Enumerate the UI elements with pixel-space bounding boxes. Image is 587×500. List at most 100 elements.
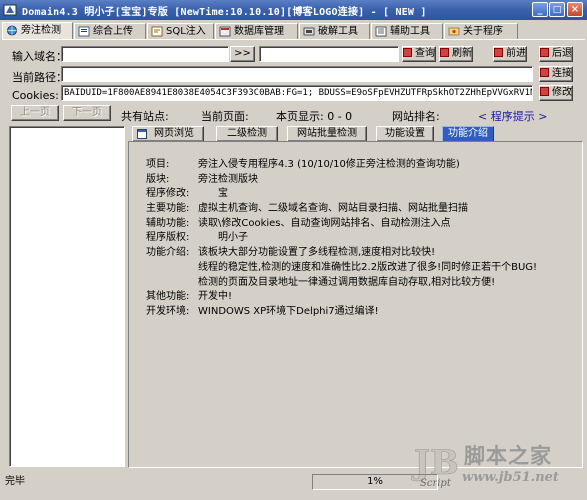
intro-value: 读取\修改Cookies、自动查询网站排名、自动检测注入点 [198, 217, 451, 229]
subtab-secondary-check[interactable]: 二级检测 [216, 126, 278, 142]
cookies-input[interactable]: BAIDUID=1F800AE8941E8038E4054C3F393C0BAB… [61, 85, 533, 101]
intro-value: WINDOWS XP环境下Delphi7通过编译! [198, 305, 379, 317]
intro-row: 主要功能: 虚拟主机查询、二级域名查询、网站目录扫描、网站批量扫描 [146, 202, 576, 217]
forward-label: 前进 [506, 48, 526, 59]
current-page-label: 当前页面: [201, 110, 249, 123]
site-list-panel[interactable] [9, 126, 125, 467]
back-label: 后退 [552, 48, 572, 59]
intro-key: 辅助功能: [146, 217, 190, 229]
path-label: 当前路径： [12, 71, 67, 84]
intro-key: 主要功能: [146, 203, 190, 215]
total-sites-label: 共有站点: [121, 110, 169, 123]
intro-key: 项目: [146, 159, 170, 170]
intro-key: 程序修改: [146, 188, 190, 200]
tab-sql-injection[interactable]: SQL注入 [147, 23, 214, 39]
intro-value: 开发中! [198, 291, 233, 303]
intro-row: 线程的稳定性,检测的速度和准确性比2.2版改进了很多!同时修正若干个BUG! [146, 261, 576, 276]
database-icon [219, 26, 231, 37]
close-button[interactable]: × [567, 2, 583, 17]
intro-content: 项目: 旁注入侵专用程序4.3 (10/10/10修正旁注检测的查询功能) 版块:… [146, 158, 576, 320]
tab-divider [2, 39, 585, 40]
intro-row: 辅助功能: 读取\修改Cookies、自动查询网站排名、自动检测注入点 [146, 217, 576, 232]
intro-value: 线程的稳定性,检测的速度和准确性比2.2版改进了很多!同时修正若干个BUG! [198, 261, 538, 273]
intro-row: 版块: 旁注检测版块 [146, 173, 576, 188]
app-icon [3, 4, 17, 16]
tools-icon [375, 26, 387, 37]
program-tip-link[interactable]: < 程序提示 > [478, 108, 547, 124]
intro-value: 检测的页面及目录地址一律通过调用数据库自动存取,相对比较方便! [198, 276, 496, 288]
button-marker-icon [494, 47, 503, 57]
intro-row: 检测的页面及目录地址一律通过调用数据库自动存取,相对比较方便! [146, 276, 576, 291]
tab-label: 破解工具 [318, 26, 358, 37]
subtab-settings[interactable]: 功能设置 [376, 126, 434, 142]
minimize-button[interactable]: _ [532, 2, 548, 17]
intro-value: 该板块大部分功能设置了多线程检测,速度相对比较快! [198, 247, 436, 259]
intro-row: 程序修改: 宝 [146, 187, 576, 202]
intro-row: 功能介绍: 该板块大部分功能设置了多线程检测,速度相对比较快! [146, 246, 576, 261]
next-page-button[interactable]: 下一页 [63, 105, 111, 121]
modify-button[interactable]: 修改 [539, 85, 573, 101]
intro-value: 旁注检测版块 [198, 173, 258, 185]
query-button[interactable]: 查询 [402, 46, 436, 62]
upload-icon [78, 26, 90, 37]
intro-value: 明小子 [218, 232, 248, 244]
tab-label: 旁注检测 [21, 25, 61, 36]
subtab-web-browse[interactable]: 网页浏览 [132, 126, 204, 142]
cookies-label: Cookies: [12, 89, 59, 102]
go-button[interactable]: >> [230, 46, 255, 62]
browser-icon [137, 129, 147, 139]
globe-icon [7, 25, 17, 36]
tab-label: 数据库管理 [234, 26, 284, 37]
subtab-batch-check[interactable]: 网站批量检测 [287, 126, 367, 142]
back-button[interactable]: 后退 [539, 46, 573, 62]
tab-about[interactable]: 关于程序 [444, 23, 518, 39]
connect-label: 连接 [552, 68, 572, 79]
refresh-button[interactable]: 刷新 [439, 46, 473, 62]
progress-percent: 1% [312, 474, 438, 490]
info-icon [448, 27, 460, 36]
tab-label: 关于程序 [463, 26, 503, 37]
connect-button[interactable]: 连接 [539, 66, 573, 82]
domain-secondary-input[interactable] [259, 46, 399, 62]
intro-row: 程序版权: 明小子 [146, 231, 576, 246]
site-rank-label: 网站排名: [392, 110, 440, 123]
button-marker-icon [403, 47, 412, 57]
modify-label: 修改 [552, 87, 572, 98]
window-title: Domain4.3 明小子[宝宝]专版 [NewTime:10.10.10][博… [22, 7, 427, 18]
key-icon [303, 27, 315, 36]
intro-value: 宝 [218, 188, 228, 200]
refresh-label: 刷新 [452, 48, 472, 59]
intro-row: 开发环境: WINDOWS XP环境下Delphi7通过编译! [146, 305, 576, 320]
intro-key: 程序版权: [146, 232, 190, 244]
prev-page-button[interactable]: 上一页 [11, 105, 59, 121]
intro-value: 旁注入侵专用程序4.3 (10/10/10修正旁注检测的查询功能) [198, 159, 460, 170]
tab-aux-tools[interactable]: 辅助工具 [371, 23, 443, 39]
query-label: 查询 [415, 48, 435, 59]
button-marker-icon [440, 47, 449, 57]
app-window: Domain4.3 明小子[宝宝]专版 [NewTime:10.10.10][博… [0, 0, 587, 500]
intro-row: 其他功能: 开发中! [146, 290, 576, 305]
main-tabs: 旁注检测 综合上传 SQL注入 数据库管理 破解工具 辅助工具 关于程序 [2, 22, 585, 40]
tab-label: 综合上传 [93, 26, 133, 37]
intro-key: 其他功能: [146, 291, 190, 303]
tab-upload[interactable]: 综合上传 [74, 23, 146, 39]
button-marker-icon [540, 67, 549, 77]
tab-database[interactable]: 数据库管理 [215, 23, 298, 39]
forward-button[interactable]: 前进 [493, 46, 527, 62]
intro-key: 版块: [146, 173, 170, 185]
title-bar[interactable]: Domain4.3 明小子[宝宝]专版 [NewTime:10.10.10][博… [0, 0, 587, 20]
path-input[interactable] [61, 66, 533, 82]
watermark-brand: 脚本之家 [464, 444, 552, 468]
tab-side-injection[interactable]: 旁注检测 [2, 22, 73, 40]
intro-row: 项目: 旁注入侵专用程序4.3 (10/10/10修正旁注检测的查询功能) [146, 158, 576, 173]
page-display-label: 本页显示: 0 - 0 [276, 110, 353, 123]
tab-crack-tools[interactable]: 破解工具 [299, 23, 370, 39]
subtab-intro[interactable]: 功能介绍 [442, 126, 494, 142]
button-marker-icon [540, 47, 549, 57]
intro-key: 开发环境: [146, 305, 190, 317]
maximize-button[interactable]: □ [549, 2, 565, 17]
tab-label: SQL注入 [166, 26, 206, 37]
status-text: 完毕 [5, 476, 25, 487]
domain-input[interactable] [61, 46, 229, 62]
intro-value: 虚拟主机查询、二级域名查询、网站目录扫描、网站批量扫描 [198, 203, 468, 215]
